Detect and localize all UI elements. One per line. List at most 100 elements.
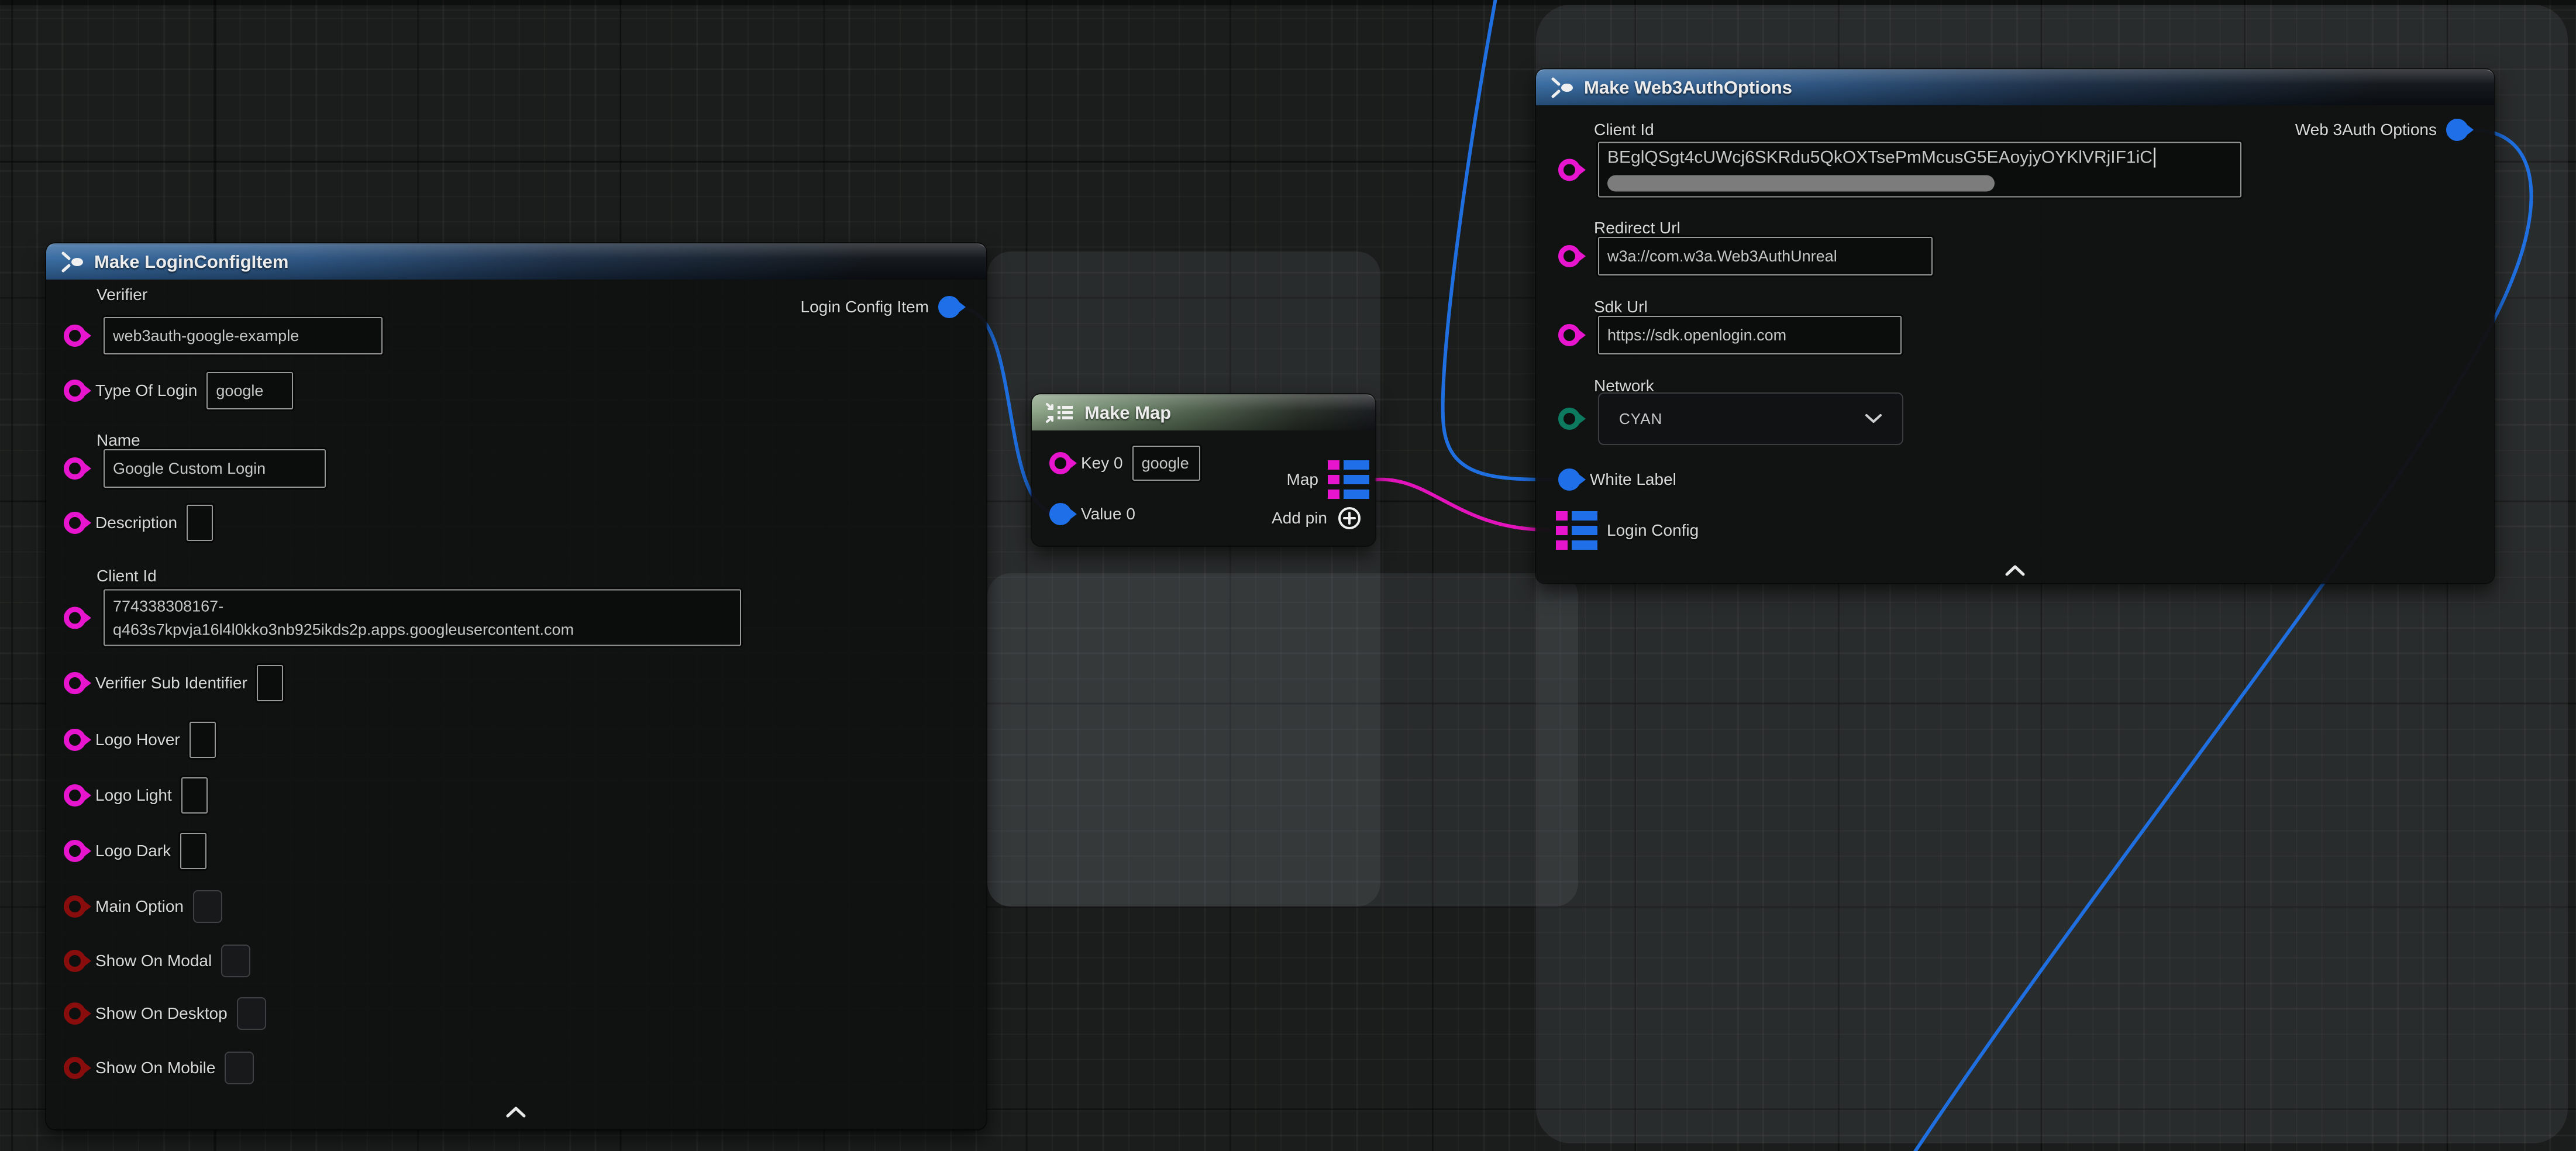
type-of-login-field-text: google	[216, 382, 263, 400]
chevron-up-icon	[2002, 564, 2028, 577]
pin-row-show-on-mobile: Show On Mobile	[64, 1052, 254, 1084]
client-id-field[interactable]: 774338308167- q463s7kpvja16l4l0kko3nb925…	[104, 590, 741, 646]
pin-label-key-0: Key 0	[1081, 454, 1123, 473]
main-option-checkbox[interactable]	[193, 890, 222, 923]
add-pin-row: Add pin	[1272, 505, 1362, 531]
node-title: Make LoginConfigItem	[94, 251, 288, 273]
pin-row-show-on-modal: Show On Modal	[64, 945, 250, 977]
name-field[interactable]: Google Custom Login	[104, 449, 326, 488]
pin-logo-hover[interactable]	[64, 729, 86, 751]
show-on-mobile-checkbox[interactable]	[225, 1052, 254, 1084]
pin-label-client-id: Client Id	[1594, 120, 1654, 139]
pin-row-verifier-sub-identifier: Verifier Sub Identifier	[64, 665, 283, 701]
wire-map-to-loginconfig[interactable]	[1376, 480, 1549, 530]
plus-circle-icon	[1337, 505, 1362, 531]
node-make-loginconfigitem[interactable]: Make LoginConfigItem Login Config Item V…	[46, 243, 986, 1129]
redirect-url-field[interactable]: w3a://com.w3a.Web3AuthUnreal	[1598, 237, 1933, 275]
network-dropdown[interactable]: CYAN	[1598, 392, 1903, 445]
key-0-field[interactable]: google	[1132, 446, 1200, 481]
pin-value-0[interactable]	[1049, 503, 1072, 525]
pin-label-show-on-modal: Show On Modal	[95, 952, 212, 970]
blueprint-graph-canvas[interactable]: Make LoginConfigItem Login Config Item V…	[0, 0, 2576, 1151]
redirect-url-field-text: w3a://com.w3a.Web3AuthUnreal	[1607, 247, 1837, 266]
sdk-url-field-text: https://sdk.openlogin.com	[1607, 326, 1786, 344]
pin-sdk-url[interactable]	[1558, 324, 1580, 346]
scrollbar-thumb[interactable]	[1607, 175, 1995, 192]
pin-description[interactable]	[64, 512, 86, 534]
client-id-field-line1: 774338308167-	[113, 594, 223, 618]
type-of-login-field[interactable]: google	[206, 372, 293, 409]
pin-label-value-0: Value 0	[1081, 505, 1135, 523]
network-dropdown-value: CYAN	[1619, 410, 1662, 428]
pin-row-show-on-desktop: Show On Desktop	[64, 997, 266, 1030]
client-id-field-line2: q463s7kpvja16l4l0kko3nb925ikds2p.apps.go…	[113, 618, 574, 641]
pin-logo-light[interactable]	[64, 784, 86, 807]
key-0-field-text: google	[1142, 454, 1189, 473]
sdk-url-field[interactable]: https://sdk.openlogin.com	[1598, 316, 1902, 354]
add-pin-label: Add pin	[1272, 509, 1327, 528]
show-on-modal-checkbox[interactable]	[221, 945, 250, 977]
pin-client-id[interactable]	[64, 606, 86, 629]
client-id-scrollbar[interactable]	[1607, 175, 2232, 192]
pin-name[interactable]	[64, 457, 86, 480]
pin-show-on-desktop[interactable]	[64, 1002, 86, 1025]
pin-verifier-sub-identifier[interactable]	[64, 672, 86, 694]
name-field-text: Google Custom Login	[113, 460, 266, 478]
pin-row-type-of-login: Type Of Login google	[64, 372, 293, 409]
pin-label-verifier: Verifier	[97, 285, 147, 304]
node-header-make-web3authoptions[interactable]: Make Web3AuthOptions	[1536, 69, 2494, 105]
pin-row-main-option: Main Option	[64, 890, 222, 923]
node-header-make-loginconfigitem[interactable]: Make LoginConfigItem	[46, 243, 986, 280]
pin-row-web3auth-options-output: Web 3Auth Options	[2295, 119, 2468, 141]
pin-label-redirect-url: Redirect Url	[1594, 219, 1680, 237]
pin-login-config-item-output[interactable]	[938, 296, 960, 318]
collapse-node-button[interactable]	[503, 1105, 529, 1118]
node-header-make-map[interactable]: Make Map	[1032, 394, 1375, 430]
description-field[interactable]	[187, 505, 213, 541]
node-make-map[interactable]: Make Map Key 0 google Value 0 Map Add pi…	[1032, 394, 1375, 546]
pin-row-login-config: Login Config	[1556, 511, 1699, 550]
pin-row-description: Description	[64, 505, 213, 541]
pin-label-logo-dark: Logo Dark	[95, 842, 171, 860]
add-pin-button[interactable]	[1337, 505, 1362, 531]
pin-row-login-config-item-output: Login Config Item	[801, 296, 960, 318]
pin-map-output[interactable]	[1328, 460, 1369, 499]
verifier-sub-identifier-field[interactable]	[257, 665, 283, 701]
pin-type-of-login[interactable]	[64, 380, 86, 402]
pin-white-label[interactable]	[1558, 468, 1580, 491]
pin-row-verifier: web3auth-google-example	[64, 317, 383, 354]
pin-web3auth-options-output[interactable]	[2446, 119, 2468, 141]
pin-row-logo-light: Logo Light	[64, 777, 208, 814]
pin-label-web3auth-options: Web 3Auth Options	[2295, 120, 2437, 139]
logo-light-field[interactable]	[181, 777, 208, 814]
client-id-field-text: BEglQSgt4cUWcj6SKRdu5QkOXTsePmMcusG5EAoy…	[1607, 148, 2153, 168]
pin-row-network: CYAN	[1558, 392, 1903, 445]
pin-label-show-on-mobile: Show On Mobile	[95, 1059, 215, 1077]
pin-show-on-modal[interactable]	[64, 950, 86, 972]
pin-row-redirect-url: w3a://com.w3a.Web3AuthUnreal	[1558, 237, 1933, 275]
client-id-field[interactable]: BEglQSgt4cUWcj6SKRdu5QkOXTsePmMcusG5EAoy…	[1598, 142, 2241, 198]
pin-row-name: Google Custom Login	[64, 449, 326, 488]
pin-verifier[interactable]	[64, 325, 86, 347]
pin-label-main-option: Main Option	[95, 897, 184, 916]
node-make-web3authoptions[interactable]: Make Web3AuthOptions Web 3Auth Options C…	[1536, 69, 2494, 583]
pin-main-option[interactable]	[64, 895, 86, 918]
pin-label-description: Description	[95, 514, 177, 532]
verifier-field[interactable]: web3auth-google-example	[104, 317, 383, 354]
pin-label-logo-hover: Logo Hover	[95, 730, 180, 749]
pin-show-on-mobile[interactable]	[64, 1057, 86, 1079]
pin-label-map: Map	[1287, 470, 1318, 489]
pin-redirect-url[interactable]	[1558, 245, 1580, 267]
pin-label-login-config: Login Config	[1607, 521, 1699, 540]
node-title: Make Map	[1084, 402, 1171, 423]
collapse-node-button[interactable]	[2002, 564, 2028, 577]
pin-key-0[interactable]	[1049, 452, 1072, 474]
pin-client-id[interactable]	[1558, 158, 1580, 181]
logo-hover-field[interactable]	[190, 722, 216, 758]
pin-login-config[interactable]	[1556, 511, 1597, 550]
logo-dark-field[interactable]	[180, 833, 206, 869]
show-on-desktop-checkbox[interactable]	[237, 997, 266, 1030]
pin-network[interactable]	[1558, 408, 1580, 430]
chevron-up-icon	[503, 1105, 529, 1118]
pin-logo-dark[interactable]	[64, 840, 86, 862]
